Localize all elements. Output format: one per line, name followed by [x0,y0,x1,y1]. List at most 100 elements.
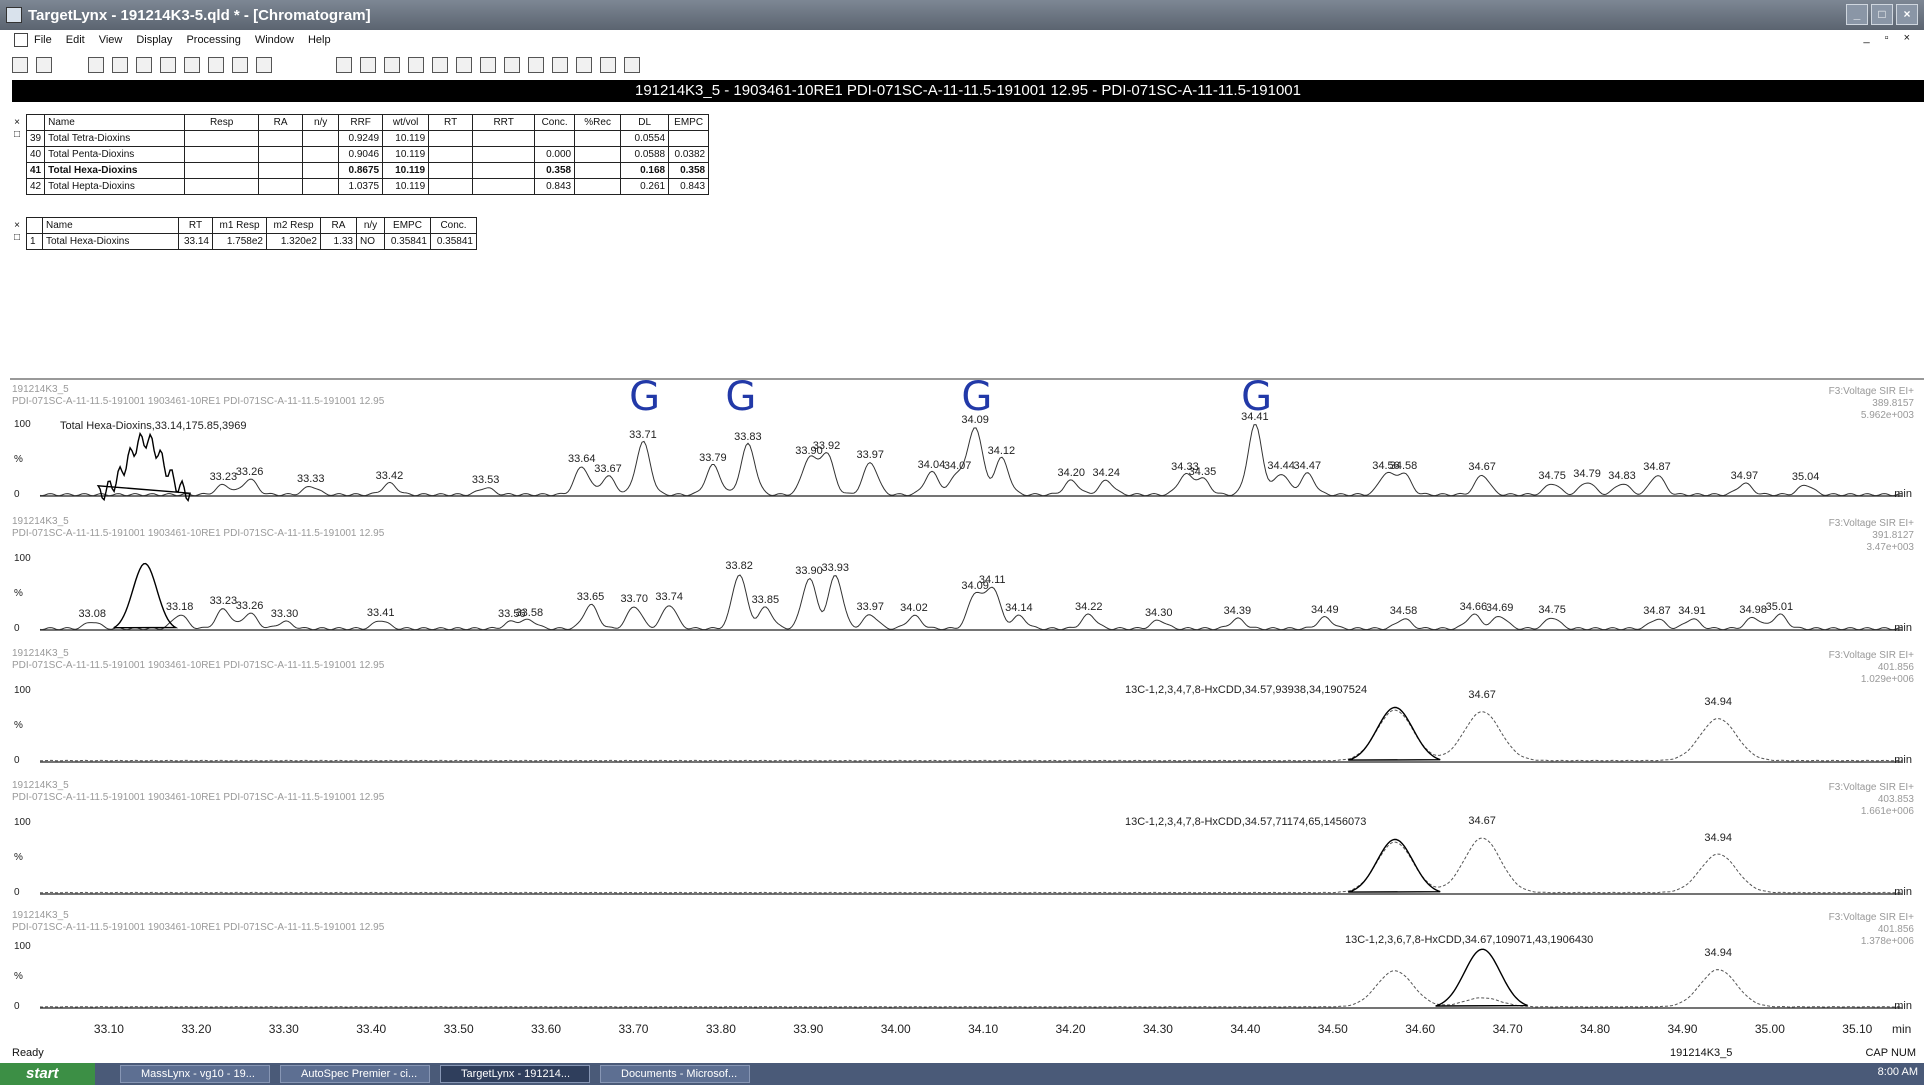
menu-display[interactable]: Display [136,34,172,46]
layers-icon[interactable] [552,57,568,73]
menu-processing[interactable]: Processing [186,34,240,46]
column-header[interactable]: RA [258,114,304,131]
report-icon[interactable] [136,57,152,73]
chromatogram-trace [39,969,1902,1008]
title-bar: TargetLynx - 191214K3-5.qld * - [Chromat… [0,0,1924,30]
chart-icon[interactable] [408,57,424,73]
column-header[interactable]: m1 Resp [212,217,267,234]
close-button[interactable]: × [1896,4,1918,25]
copy-icon[interactable] [112,57,128,73]
integrated-peak[interactable] [1347,706,1441,761]
color-icon[interactable] [528,57,544,73]
table-row[interactable]: 40 Total Penta-Dioxins 0.9046 10.119 0.0… [25,146,710,163]
column-header[interactable]: Conc. [534,114,576,131]
mdi-controls[interactable]: _ ▫ × [1863,32,1916,44]
chromatogram-panel-3[interactable]: 191214K3_5 PDI-071SC-A-11-11.5-191001 19… [12,648,1924,776]
column-header[interactable]: Conc. [430,217,477,234]
taskbar-item-masslynx[interactable]: MassLynx - vg10 - 19... [120,1065,270,1083]
settings-icon[interactable] [504,57,520,73]
table-row[interactable]: 1 Total Hexa-Dioxins 33.14 1.758e2 1.320… [26,233,477,250]
column-header[interactable]: RT [428,114,474,131]
column-header[interactable] [26,217,43,234]
table-row[interactable]: 41 Total Hexa-Dioxins 0.8675 10.119 0.35… [25,162,710,179]
open-icon[interactable] [12,57,28,73]
menu-view[interactable]: View [99,34,123,46]
comment-icon[interactable] [160,57,176,73]
layout-icon[interactable] [384,57,400,73]
menu-file[interactable]: File [34,34,52,46]
column-header[interactable]: EMPC [384,217,431,234]
table-close-icon[interactable]: × [12,117,22,129]
x-tick-label: 34.70 [1492,1022,1523,1036]
next-icon[interactable] [232,57,248,73]
row-number: 40 [25,146,46,163]
integrated-peak[interactable] [96,431,191,503]
peak-label: 34.67 [1468,815,1496,828]
print-preview-icon[interactable] [88,57,104,73]
taskbar-item-documents[interactable]: Documents - Microsof... [600,1065,750,1083]
menu-edit[interactable]: Edit [66,34,85,46]
column-header[interactable]: %Rec [574,114,622,131]
start-button[interactable]: start [0,1063,95,1085]
rrt-cell [472,162,536,179]
column-header[interactable]: DL [620,114,670,131]
panel-sample-name: 191214K3_5 [12,384,69,395]
table-pin-icon[interactable]: □ [12,232,22,244]
sum-icon[interactable] [456,57,472,73]
column-header[interactable]: wt/vol [382,114,430,131]
grid-icon[interactable] [576,57,592,73]
first-sample-icon[interactable] [184,57,200,73]
column-header[interactable]: m2 Resp [266,217,321,234]
taskbar-item-autospec[interactable]: AutoSpec Premier - ci... [280,1065,430,1083]
column-header[interactable]: RRF [338,114,384,131]
column-header[interactable]: n/y [356,217,385,234]
column-header[interactable] [25,114,46,131]
axis-unit-label: min [1894,488,1912,500]
table-row[interactable]: 42 Total Hepta-Dioxins 1.0375 10.119 0.8… [25,178,710,195]
help-icon[interactable] [624,57,640,73]
table-row[interactable]: 39 Total Tetra-Dioxins 0.9249 10.119 0.0… [25,130,710,147]
document-icon[interactable] [14,33,28,47]
resp-cell [184,178,260,195]
maximize-button[interactable]: □ [1871,4,1893,25]
rt-cell: 33.14 [178,233,213,250]
peak-label: 33.92 [812,440,841,453]
column-header[interactable]: Name [42,217,179,234]
previous-icon[interactable] [256,57,272,73]
compound-label: 13C-1,2,3,6,7,8-HxCDD,34.67,109071,43,19… [1344,934,1594,946]
column-header[interactable]: Resp [184,114,260,131]
minimize-button[interactable]: _ [1846,4,1868,25]
column-header[interactable]: RA [320,217,357,234]
y-tick-label: % [14,454,23,465]
rrf-cell: 0.8675 [338,162,384,179]
function-label: F3:Voltage SIR EI+ [1828,518,1914,529]
rec-cell [574,130,622,147]
printer-icon[interactable] [600,57,616,73]
cross-icon[interactable] [336,57,352,73]
column-header[interactable]: n/y [302,114,340,131]
chromatogram-panel-4[interactable]: 191214K3_5 PDI-071SC-A-11-11.5-191001 19… [12,780,1924,908]
chromatogram-panel-5[interactable]: 191214K3_5 PDI-071SC-A-11-11.5-191001 19… [12,910,1924,1020]
intensity-label: 5.962e+003 [1860,410,1914,421]
integrated-peak[interactable] [113,562,179,629]
last-sample-icon[interactable] [208,57,224,73]
table-close-icon[interactable]: × [12,220,22,232]
chromatogram-panel-1[interactable]: 191214K3_5 PDI-071SC-A-11-11.5-191001 19… [12,374,1924,510]
table-pin-icon[interactable]: □ [12,129,22,141]
column-header[interactable]: RT [178,217,213,234]
column-header[interactable]: Name [44,114,186,131]
column-header[interactable]: RRT [472,114,536,131]
peak-label: 34.24 [1092,467,1121,479]
taskbar-item-targetlynx[interactable]: TargetLynx - 191214... [440,1065,590,1083]
save-icon[interactable] [36,57,52,73]
window-icon[interactable] [360,57,376,73]
x-tick-label: 33.90 [793,1022,824,1036]
menu-help[interactable]: Help [308,34,331,46]
column-header[interactable]: EMPC [668,114,710,131]
x-tick-label: 33.60 [531,1022,562,1036]
menu-window[interactable]: Window [255,34,294,46]
book-icon[interactable] [480,57,496,73]
chromatogram-panel-2[interactable]: 191214K3_5 PDI-071SC-A-11-11.5-191001 19… [12,516,1924,644]
integrated-peak[interactable] [1347,838,1441,893]
square-icon[interactable] [432,57,448,73]
